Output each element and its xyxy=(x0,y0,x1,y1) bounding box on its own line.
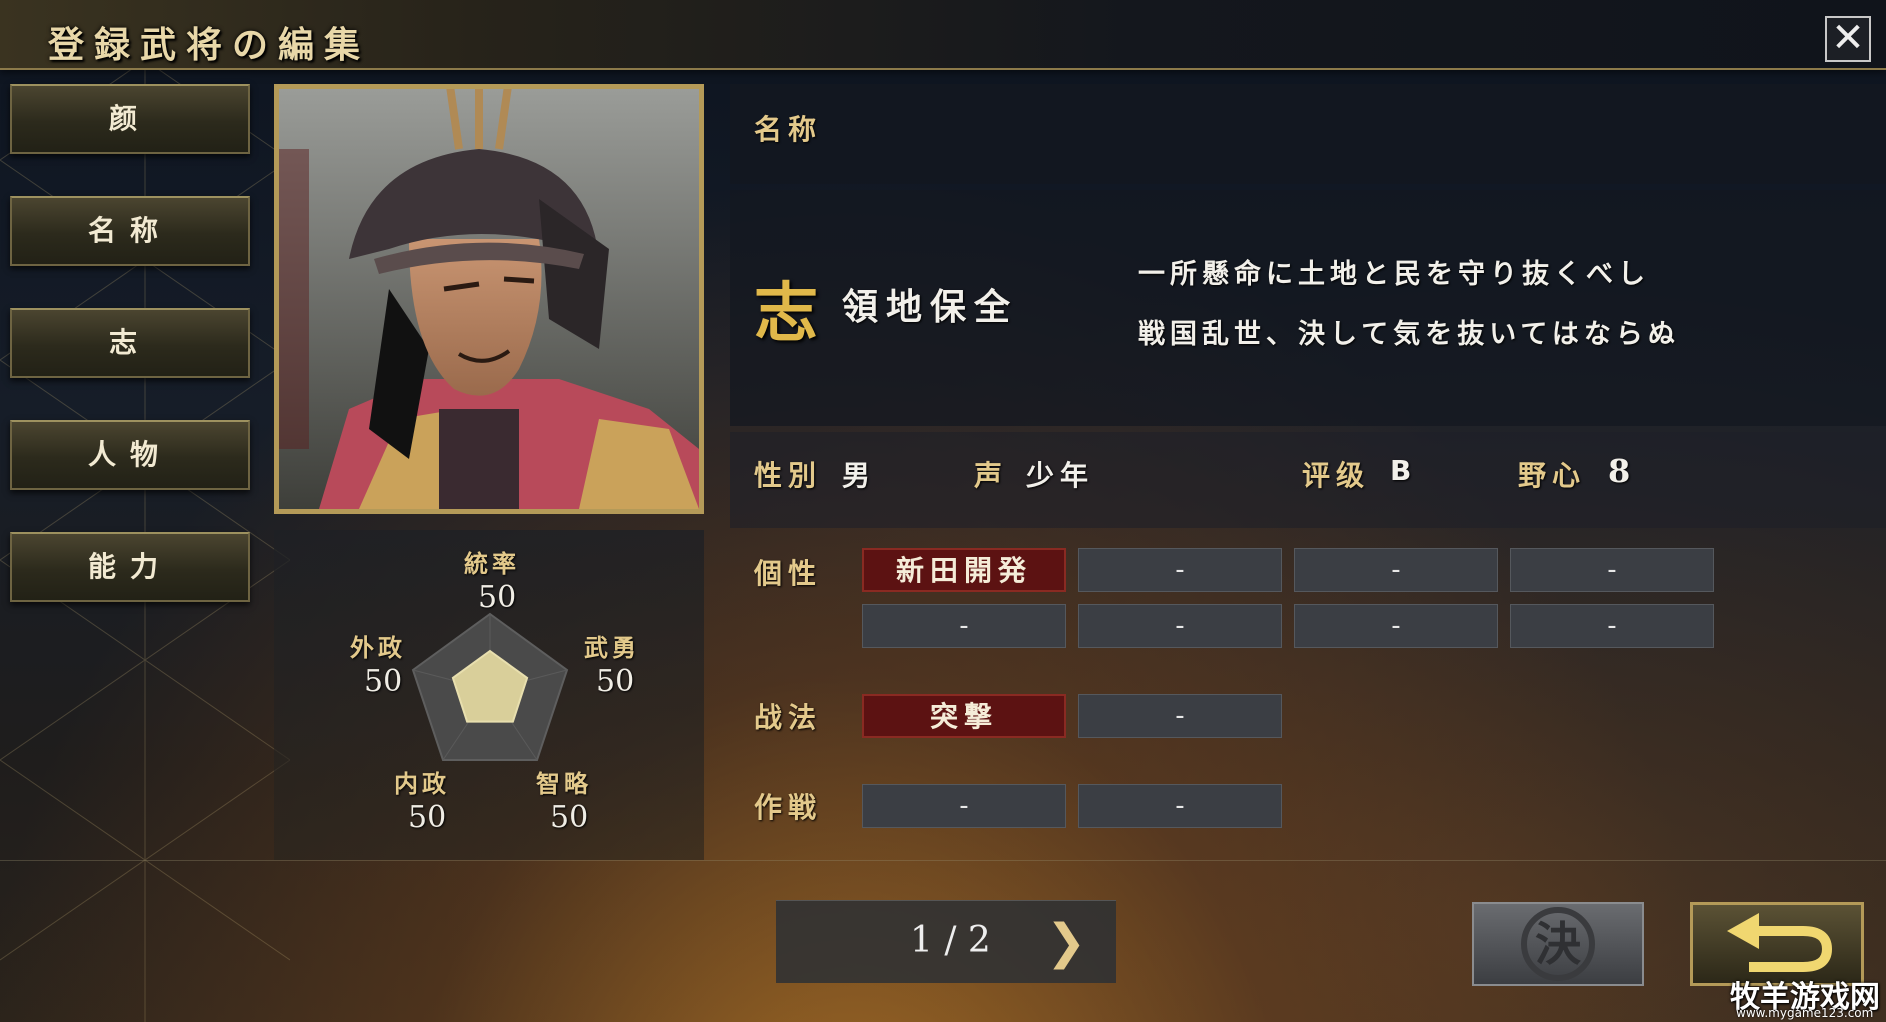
tactic-slot-2[interactable]: - xyxy=(1078,694,1282,738)
trait-slot-6[interactable]: - xyxy=(1078,604,1282,648)
trait-slot-7[interactable]: - xyxy=(1294,604,1498,648)
edit-registered-general-screen: { "window": {"title": "登録武将の編集", "close_… xyxy=(0,0,1886,1022)
samurai-portrait-image xyxy=(279,89,699,509)
site-watermark-url: www.mygame123.com xyxy=(1736,1006,1874,1020)
window-title: 登録武将の編集 xyxy=(48,24,371,66)
stat-diplomacy-label: 外政 xyxy=(350,633,406,662)
general-portrait[interactable] xyxy=(274,84,704,514)
stat-intellect-label: 智略 xyxy=(536,769,592,798)
decide-seal-icon: 決 xyxy=(1521,907,1595,981)
voice-value: 少年 xyxy=(1026,459,1095,492)
stat-leadership-label: 統率 xyxy=(464,549,520,578)
stat-leadership-value: 50 xyxy=(478,580,517,615)
title-bar: 登録武将の編集 ✕ xyxy=(0,0,1886,70)
traits-label: 個性 xyxy=(754,557,823,590)
close-button[interactable]: ✕ xyxy=(1825,16,1871,62)
stat-politics-value: 50 xyxy=(408,800,447,835)
sidebar-item-character[interactable]: 人物 xyxy=(10,420,250,490)
stat-valor-label: 武勇 xyxy=(584,633,640,662)
voice-label: 声 xyxy=(974,459,1009,492)
bottom-divider xyxy=(0,860,1886,861)
ambition-quote-line1: 一所懸命に土地と民を守り抜くべし xyxy=(1138,259,1650,290)
sidebar-item-face[interactable]: 颜 xyxy=(10,84,250,154)
trait-slot-4[interactable]: - xyxy=(1510,548,1714,592)
tactics-label: 战法 xyxy=(754,701,823,734)
chevron-right-icon: ❯ xyxy=(1046,914,1087,970)
ability-radar-chart xyxy=(411,612,569,761)
trait-slot-5[interactable]: - xyxy=(862,604,1066,648)
rank-value: B xyxy=(1390,454,1418,487)
confirm-button[interactable]: 決 xyxy=(1472,902,1644,986)
stat-politics-label: 内政 xyxy=(394,769,450,798)
decide-char: 決 xyxy=(1535,917,1581,971)
ambition-level-label: 野心 xyxy=(1518,459,1587,492)
sidebar-item-ability[interactable]: 能力 xyxy=(10,532,250,602)
ambition-quote-line2: 戦国乱世、決して気を抜いてはならぬ xyxy=(1138,319,1680,350)
strategy-label: 作戦 xyxy=(754,791,823,824)
gender-label: 性別 xyxy=(754,459,823,492)
next-page-button[interactable]: ❯ xyxy=(1046,914,1086,970)
close-icon: ✕ xyxy=(1831,15,1865,61)
sidebar-item-ambition[interactable]: 志 xyxy=(10,308,250,378)
sidebar-item-name[interactable]: 名称 xyxy=(10,196,250,266)
trait-slot-3[interactable]: - xyxy=(1294,548,1498,592)
trait-slot-8[interactable]: - xyxy=(1510,604,1714,648)
gender-value: 男 xyxy=(842,459,877,492)
name-panel[interactable] xyxy=(730,84,1886,184)
stat-valor-value: 50 xyxy=(596,664,635,699)
page-indicator: 1 / 2 xyxy=(910,920,991,961)
ambition-emblem: 志 xyxy=(754,276,818,351)
strategy-slot-2[interactable]: - xyxy=(1078,784,1282,828)
trait-slot-2[interactable]: - xyxy=(1078,548,1282,592)
stat-intellect-value: 50 xyxy=(550,800,589,835)
strategy-slot-1[interactable]: - xyxy=(862,784,1066,828)
trait-slot-1[interactable]: 新田開発 xyxy=(862,548,1066,592)
name-label: 名称 xyxy=(754,113,823,146)
ambition-name: 領地保全 xyxy=(842,286,1019,328)
rank-label: 评级 xyxy=(1302,459,1371,492)
stat-diplomacy-value: 50 xyxy=(364,664,403,699)
ambition-level-value: 8 xyxy=(1608,452,1637,490)
tactic-slot-1[interactable]: 突撃 xyxy=(862,694,1066,738)
